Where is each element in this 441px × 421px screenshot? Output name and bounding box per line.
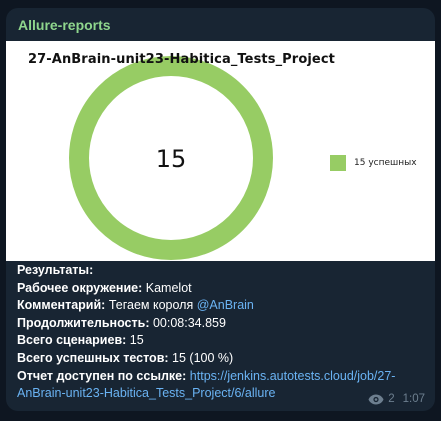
eye-icon [368,394,384,404]
duration-label: Продолжительность: [17,315,150,330]
chart-image[interactable]: 15 27-AnBrain-unit23-Habitica_Tests_Proj… [6,41,435,261]
legend-label: 15 успешных [354,158,417,168]
comment-label: Комментарий: [17,298,106,313]
donut-chart: 15 [69,56,273,260]
link-line: Отчет доступен по ссылке: https://jenkin… [17,368,429,386]
link-line-2: AnBrain-unit23-Habitica_Tests_Project/6/… [17,385,429,403]
chart-legend: 15 успешных [330,155,417,171]
legend-swatch [330,155,346,171]
scenarios-label: Всего сценариев: [17,333,127,348]
link-label: Отчет доступен по ссылке: [17,368,187,383]
view-count: 2 [388,393,395,405]
results-heading: Результаты: [17,263,94,277]
passed-label: Всего успешных тестов: [17,350,169,365]
env-label: Рабочее окружение: [17,280,143,295]
report-link-part1[interactable]: https://jenkins.autotests.cloud/job/27- [190,369,396,383]
sender-name[interactable]: Allure-reports [18,17,111,33]
comment-line: Комментарий: Тегаем короля @AnBrain [17,297,429,315]
passed-line: Всего успешных тестов: 15 (100 %) [17,350,429,368]
donut-center-label: 15 [156,145,187,173]
message-bubble: Allure-reports 15 27-AnBrain-unit23-Habi… [6,8,435,411]
chart-title: 27-AnBrain-unit23-Habitica_Tests_Project [28,52,335,67]
scenarios-line: Всего сценариев: 15 [17,332,429,350]
env-line: Рабочее окружение: Kamelot [17,280,429,298]
report-text: Результаты: Рабочее окружение: Kamelot К… [17,262,429,403]
comment-text: Тегаем короля [108,298,194,313]
passed-value: 15 (100 %) [172,350,234,365]
env-value: Kamelot [145,280,192,295]
message-footer: 2 1:07 [368,393,425,405]
message-time: 1:07 [402,393,425,405]
duration-line: Продолжительность: 00:08:34.859 [17,315,429,333]
report-link-part2[interactable]: AnBrain-unit23-Habitica_Tests_Project/6/… [17,386,275,400]
mention-link[interactable]: @AnBrain [197,298,254,312]
duration-value: 00:08:34.859 [152,315,226,330]
scenarios-value: 15 [129,333,144,348]
